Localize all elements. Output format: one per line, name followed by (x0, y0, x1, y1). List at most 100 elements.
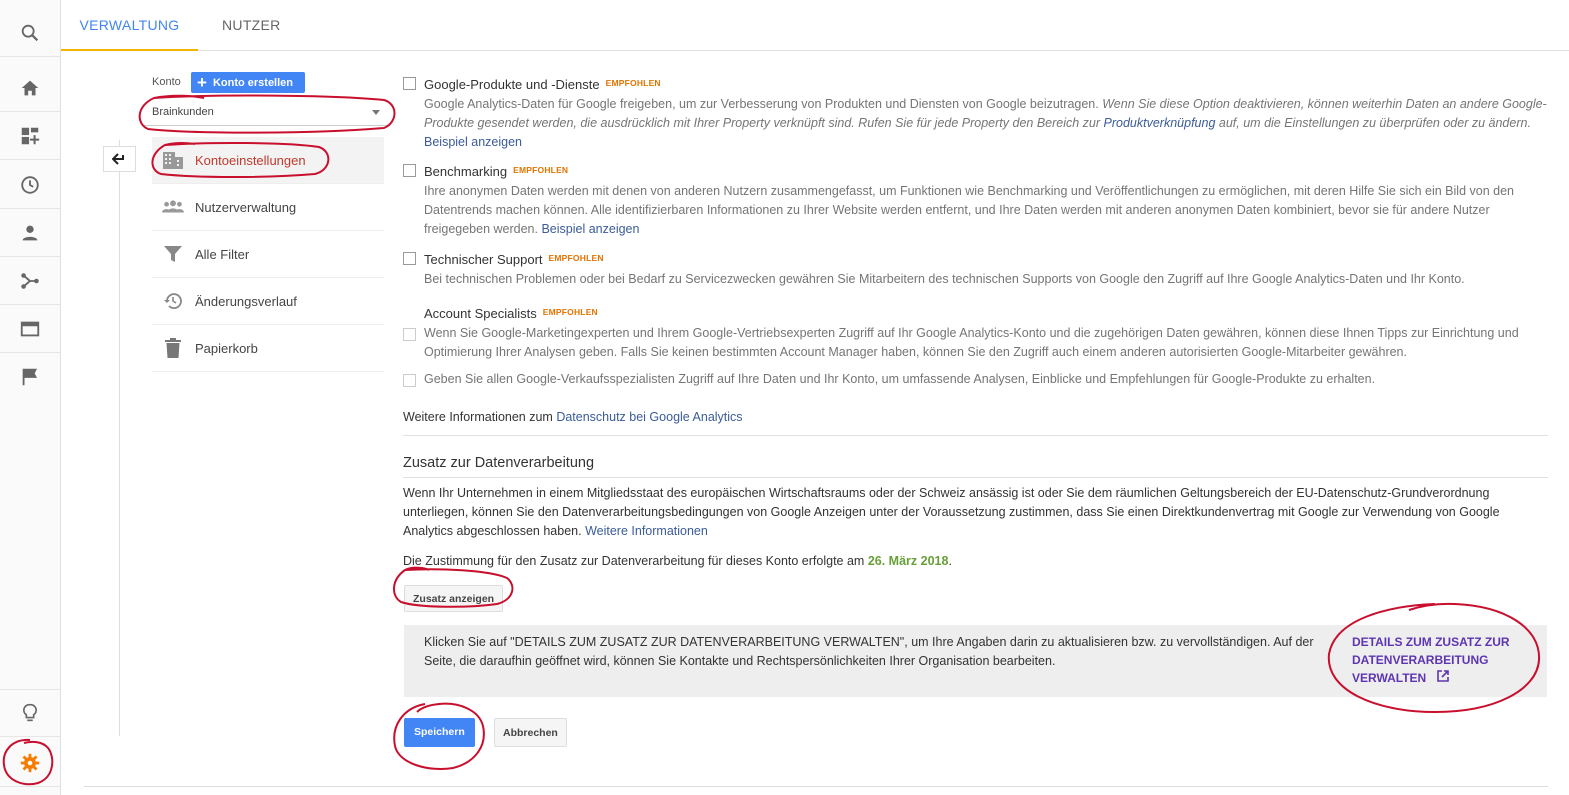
checkbox-tech-support[interactable] (403, 252, 416, 265)
product-linking-link[interactable]: Produktverknüpfung (1104, 116, 1216, 130)
behavior-nav-button[interactable] (0, 305, 60, 353)
divider (403, 435, 1548, 436)
dpa-body: Wenn Ihr Unternehmen in einem Mitgliedss… (403, 484, 1548, 541)
dashboard-icon (21, 127, 40, 144)
option-account-specialists: Account Specialists EMPFOHLEN (403, 302, 1548, 324)
home-icon (21, 80, 39, 95)
menu-item-alle-filter[interactable]: Alle Filter (152, 231, 384, 278)
arrow-back-icon (111, 153, 124, 165)
account-label: Konto (152, 76, 181, 88)
show-addendum-button[interactable]: Zusatz anzeigen (404, 585, 504, 612)
plus-icon: + (197, 73, 207, 92)
option-specialists-sub1: Wenn Sie Google-Marketingexperten und Ih… (403, 324, 1548, 362)
menu-item-label: Alle Filter (195, 246, 250, 262)
collapse-menu-button[interactable] (103, 146, 136, 172)
option-title: Benchmarking (424, 164, 508, 179)
recommended-badge: EMPFOHLEN (542, 307, 598, 317)
audience-nav-button[interactable] (0, 209, 60, 257)
privacy-text: Weitere Informationen zum (403, 410, 553, 424)
recommended-badge: EMPFOHLEN (605, 78, 661, 88)
option-google-products: Google-Produkte und -Dienste EMPFOHLEN Go… (403, 73, 1548, 152)
option-description: Wenn Sie Google-Marketingexperten und Ih… (424, 326, 1519, 359)
account-select[interactable]: Brainkunden (144, 100, 390, 126)
menu-divider-line (119, 140, 120, 736)
menu-item-label: Nutzerverwaltung (195, 199, 297, 215)
gear-icon (20, 753, 40, 772)
privacy-note: Weitere Informationen zum Datenschutz be… (403, 408, 1548, 427)
person-icon (22, 225, 38, 240)
bottom-divider (84, 786, 1548, 787)
menu-item-label: Kontoeinstellungen (195, 152, 306, 168)
example-link[interactable]: Beispiel anzeigen (424, 135, 522, 149)
admin-nav-button[interactable] (0, 739, 60, 787)
dpa-info-text: Klicken Sie auf "DETAILS ZUM ZUSATZ ZUR … (424, 635, 1314, 668)
more-info-link[interactable]: Weitere Informationen (585, 524, 708, 538)
option-description: Bei technischen Problemen oder bei Bedar… (424, 272, 1465, 286)
trash-icon (162, 337, 184, 359)
dpa-heading: Zusatz zur Datenverarbeitung (403, 455, 595, 471)
menu-item-papierkorb[interactable]: Papierkorb (152, 325, 384, 372)
option-specialists-sub2: Geben Sie allen Google-Verkaufsspezialis… (403, 370, 1548, 389)
tab-verwaltung[interactable]: VERWALTUNG (61, 0, 198, 51)
create-account-label: Konto erstellen (212, 76, 294, 89)
chevron-down-icon (372, 110, 380, 115)
home-nav-button[interactable] (0, 64, 60, 112)
clock-icon (21, 175, 39, 194)
option-benchmarking: Benchmarking EMPFOHLEN Ihre anonymen Date… (403, 160, 1548, 239)
filter-icon (162, 243, 184, 265)
left-nav-rail (0, 0, 61, 795)
consent-text: Die Zustimmung für den Zusatz zur Datenv… (403, 554, 865, 568)
checkbox-google-products[interactable] (403, 77, 416, 90)
realtime-nav-button[interactable] (0, 161, 60, 209)
display-icon (20, 321, 40, 336)
divider (403, 477, 1548, 478)
save-button[interactable]: Speichern (404, 718, 475, 747)
customization-nav-button[interactable] (0, 112, 60, 160)
dpa-body-text: Wenn Ihr Unternehmen in einem Mitgliedss… (403, 486, 1500, 538)
checkbox-benchmarking[interactable] (403, 164, 416, 177)
example-link[interactable]: Beispiel anzeigen (541, 222, 639, 236)
option-title: Account Specialists (424, 306, 537, 321)
menu-item-aenderungsverlauf[interactable]: Änderungsverlauf (152, 278, 384, 325)
open-in-new-icon (1436, 670, 1449, 682)
create-account-button[interactable]: + Konto erstellen (191, 72, 305, 93)
menu-item-label: Papierkorb (195, 340, 258, 356)
account-menu: Kontoeinstellungen Nutzerverwaltung Alle… (152, 137, 384, 372)
search-icon (21, 24, 39, 41)
cancel-button[interactable]: Abbrechen (494, 718, 567, 747)
privacy-link[interactable]: Datenschutz bei Google Analytics (556, 410, 742, 424)
checkbox-specialists-1[interactable] (403, 328, 416, 341)
dpa-manage-box: Klicken Sie auf "DETAILS ZUM ZUSATZ ZUR … (404, 625, 1547, 697)
recommended-badge: EMPFOHLEN (548, 253, 604, 263)
tab-nutzer[interactable]: NUTZER (222, 0, 281, 51)
acquisition-nav-button[interactable] (0, 257, 60, 305)
manage-link-line: DETAILS ZUM ZUSATZ ZUR (1352, 635, 1510, 649)
manage-dpa-link[interactable]: DETAILS ZUM ZUSATZ ZUR DATENVERARBEITUNG… (1352, 633, 1532, 687)
insights-nav-button[interactable] (0, 689, 60, 737)
conversions-nav-button[interactable] (0, 353, 60, 401)
dpa-consent: Die Zustimmung für den Zusatz zur Datenv… (403, 554, 952, 568)
checkbox-specialists-2[interactable] (403, 374, 416, 387)
settings-content: Google-Produkte und -Dienste EMPFOHLEN Go… (403, 73, 1548, 612)
building-icon (162, 149, 184, 171)
recommended-badge: EMPFOHLEN (513, 165, 569, 175)
manage-link-line: VERWALTEN (1352, 671, 1427, 685)
option-description: Google Analytics-Daten für Google freige… (424, 95, 1548, 152)
consent-date: 26. März 2018 (867, 554, 949, 568)
account-select-value: Brainkunden (152, 106, 214, 118)
menu-item-label: Änderungsverlauf (195, 293, 297, 309)
option-title: Technischer Support (424, 252, 543, 267)
option-desc-italic-end: auf, um die Einstellungen zu überprüfen … (1218, 116, 1531, 130)
search-nav-button[interactable] (0, 9, 60, 57)
option-tech-support: Technischer Support EMPFOHLEN Bei technis… (403, 248, 1548, 289)
option-desc-text: Google Analytics-Daten für Google freige… (424, 97, 1099, 111)
manage-link-line: DATENVERARBEITUNG (1352, 653, 1489, 667)
option-title: Google-Produkte und -Dienste (424, 77, 600, 92)
people-icon (162, 196, 184, 218)
history-icon (162, 290, 184, 312)
flag-icon (22, 368, 37, 386)
menu-item-nutzerverwaltung[interactable]: Nutzerverwaltung (152, 184, 384, 231)
top-tabs: VERWALTUNG NUTZER (61, 0, 1569, 51)
menu-item-kontoeinstellungen[interactable]: Kontoeinstellungen (152, 137, 384, 184)
option-description: Geben Sie allen Google-Verkaufsspezialis… (424, 372, 1376, 386)
